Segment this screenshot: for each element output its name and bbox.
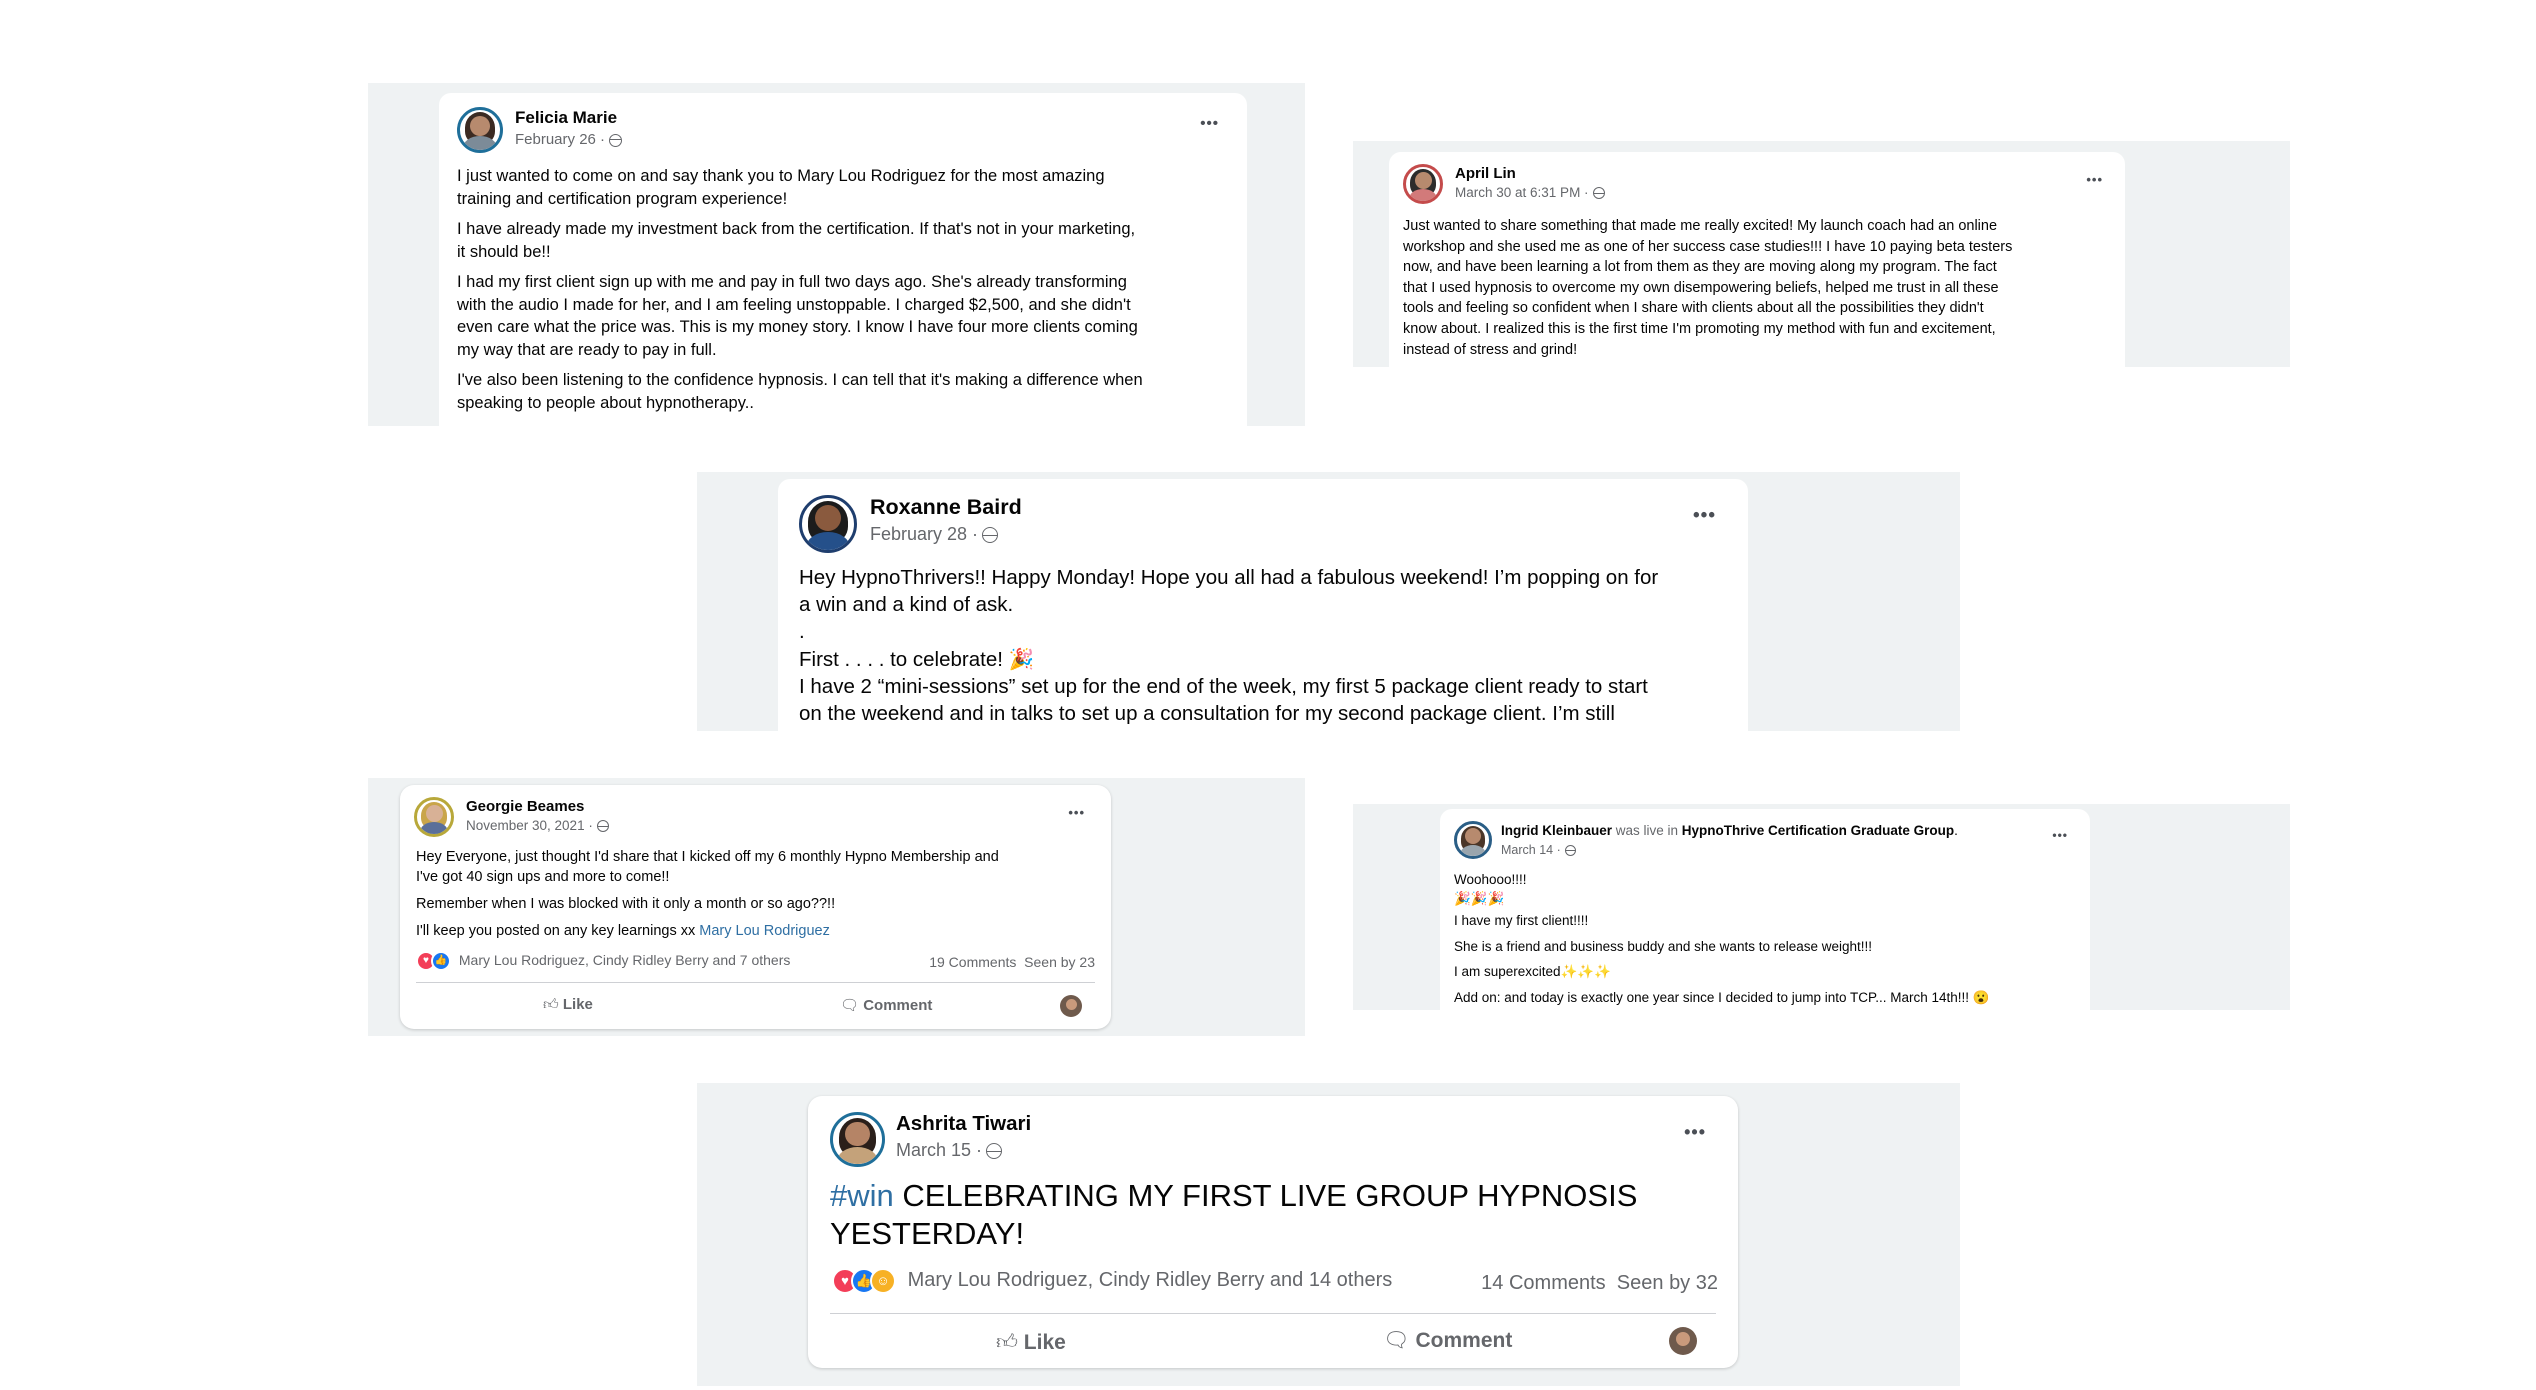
author-name[interactable]: April Lin xyxy=(1455,165,1516,182)
post-card-april: April Lin March 30 at 6:31 PM · ••• Just… xyxy=(1389,152,2125,367)
avatar[interactable] xyxy=(457,107,503,153)
like-reaction-icon: 👍 xyxy=(431,951,451,971)
reactions-summary[interactable]: ♥ 👍 Mary Lou Rodriguez, Cindy Ridley Berr… xyxy=(416,951,790,971)
post-body: Hey HypnoThrivers!! Happy Monday! Hope y… xyxy=(799,566,1659,726)
testimonial-panel-april: April Lin March 30 at 6:31 PM · ••• Just… xyxy=(1353,141,2290,367)
comment-button[interactable]: 🗨 Comment xyxy=(840,996,932,1014)
avatar[interactable] xyxy=(1403,164,1443,204)
testimonial-panel-roxanne: Roxanne Baird February 28 · ••• Hey Hypn… xyxy=(697,472,1960,731)
post-card-georgie: Georgie Beames November 30, 2021 · ••• H… xyxy=(400,785,1111,1029)
avatar[interactable] xyxy=(799,495,857,553)
like-button[interactable]: 👍︎ Like xyxy=(543,996,593,1014)
testimonial-panel-ashrita: Ashrita Tiwari March 15 · ••• #win CELEB… xyxy=(697,1083,1960,1386)
commenter-avatar[interactable] xyxy=(1060,995,1082,1017)
post-date[interactable]: March 14 · xyxy=(1501,843,1576,857)
post-body: Woohooo!!!! 🎉🎉🎉 I have my first client!!… xyxy=(1454,872,1990,1005)
post-body: Just wanted to share something that made… xyxy=(1403,218,2013,358)
author-name[interactable]: Roxanne Baird xyxy=(870,495,1022,520)
more-options-button[interactable]: ••• xyxy=(2052,828,2068,842)
speech-bubble-icon: 🗨 xyxy=(840,997,860,1014)
avatar[interactable] xyxy=(414,797,454,837)
group-name[interactable]: HypnoThrive Certification Graduate Group xyxy=(1682,823,1954,838)
reactors-names: Mary Lou Rodriguez, Cindy Ridley Berry a… xyxy=(907,1269,1393,1292)
globe-icon xyxy=(596,820,609,833)
more-options-button[interactable]: ••• xyxy=(1200,115,1219,132)
mention-link[interactable]: Mary Lou Rodriguez xyxy=(699,923,830,939)
reactions-summary[interactable]: ♥ 👍 ☺ Mary Lou Rodriguez, Cindy Ridley Ber… xyxy=(832,1268,1392,1294)
post-date[interactable]: March 30 at 6:31 PM · xyxy=(1455,185,1605,200)
globe-icon xyxy=(982,527,999,544)
author-name[interactable]: Ashrita Tiwari xyxy=(896,1112,1031,1136)
more-options-button[interactable]: ••• xyxy=(1684,1122,1706,1143)
more-options-button[interactable]: ••• xyxy=(1693,505,1716,527)
like-button[interactable]: 👍︎ Like xyxy=(996,1329,1066,1355)
post-card-felicia: Felicia Marie February 26 · ••• I just w… xyxy=(439,93,1247,426)
paragraph: I've also been listening to the confiden… xyxy=(457,371,1143,412)
paragraph: I had my first client sign up with me an… xyxy=(457,273,1138,359)
hashtag-link[interactable]: #win xyxy=(830,1178,894,1213)
comment-seen-stats[interactable]: 19 Comments Seen by 23 xyxy=(929,954,1095,970)
author-name[interactable]: Ingrid Kleinbauer xyxy=(1501,823,1612,838)
more-options-button[interactable]: ••• xyxy=(2086,172,2103,187)
testimonial-panel-georgie: Georgie Beames November 30, 2021 · ••• H… xyxy=(368,778,1305,1036)
avatar[interactable] xyxy=(1454,821,1492,859)
care-reaction-icon: ☺ xyxy=(870,1268,896,1294)
commenter-avatar[interactable] xyxy=(1669,1327,1697,1355)
thumbs-up-icon: 👍︎ xyxy=(996,1331,1018,1354)
post-card-ashrita: Ashrita Tiwari March 15 · ••• #win CELEB… xyxy=(808,1096,1738,1368)
author-name[interactable]: Georgie Beames xyxy=(466,798,584,815)
post-body: #win CELEBRATING MY FIRST LIVE GROUP HYP… xyxy=(830,1178,1638,1251)
avatar[interactable] xyxy=(830,1112,885,1167)
globe-icon xyxy=(1592,187,1605,200)
thumbs-up-icon: 👍︎ xyxy=(543,996,559,1013)
post-card-ingrid: Ingrid Kleinbauer was live in HypnoThriv… xyxy=(1440,809,2090,1010)
post-date[interactable]: February 28 · xyxy=(870,524,999,545)
post-date[interactable]: February 26 · xyxy=(515,131,623,148)
globe-icon xyxy=(609,133,623,147)
paragraph: I have already made my investment back f… xyxy=(457,220,1136,261)
testimonial-panel-felicia: Felicia Marie February 26 · ••• I just w… xyxy=(368,83,1305,426)
author-name[interactable]: Felicia Marie xyxy=(515,108,617,128)
post-date[interactable]: November 30, 2021 · xyxy=(466,818,609,833)
reactors-names: Mary Lou Rodriguez, Cindy Ridley Berry a… xyxy=(458,951,791,968)
divider xyxy=(416,982,1095,983)
post-body: Hey Everyone, just thought I'd share tha… xyxy=(416,849,999,939)
comment-seen-stats[interactable]: 14 Comments Seen by 32 xyxy=(1481,1272,1718,1295)
more-options-button[interactable]: ••• xyxy=(1068,805,1085,820)
globe-icon xyxy=(1564,845,1576,857)
post-date[interactable]: March 15 · xyxy=(896,1140,1003,1161)
globe-icon xyxy=(986,1143,1003,1160)
post-header: Ingrid Kleinbauer was live in HypnoThriv… xyxy=(1501,823,1958,838)
post-card-roxanne: Roxanne Baird February 28 · ••• Hey Hypn… xyxy=(778,479,1748,731)
speech-bubble-icon: 🗨 xyxy=(1383,1329,1410,1352)
post-body: I just wanted to come on and say thank y… xyxy=(457,165,1143,414)
testimonial-panel-ingrid: Ingrid Kleinbauer was live in HypnoThriv… xyxy=(1353,804,2290,1010)
comment-button[interactable]: 🗨 Comment xyxy=(1383,1329,1512,1353)
paragraph: I just wanted to come on and say thank y… xyxy=(457,167,1105,208)
divider xyxy=(830,1313,1716,1314)
